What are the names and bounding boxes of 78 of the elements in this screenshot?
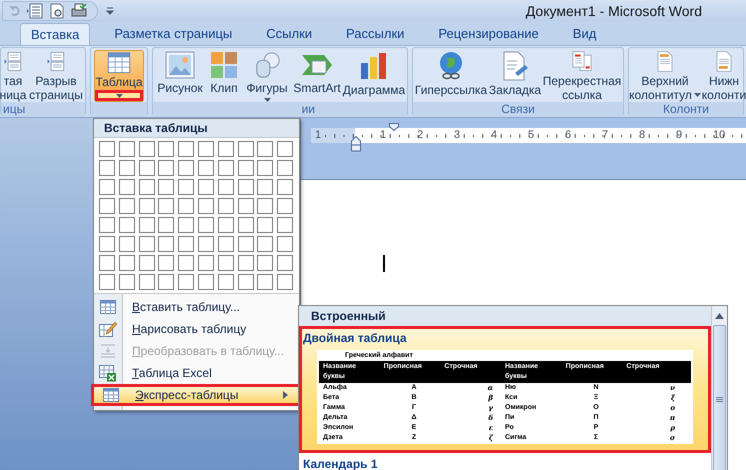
button-label: Таблица — [95, 75, 143, 90]
scroll-thumb[interactable] — [713, 325, 726, 470]
button-label: ссылка — [562, 88, 602, 102]
button-label: колонти — [702, 88, 746, 102]
button-label: Нижн — [708, 74, 740, 88]
menu-item[interactable]: Нарисовать таблицу — [94, 318, 299, 340]
ribbon-tab[interactable]: Вставка — [20, 23, 90, 45]
spreadsheet-icon — [99, 364, 117, 382]
button-label: колонтитул — [629, 88, 692, 102]
customize-caret-icon[interactable] — [106, 7, 114, 15]
scrollbar[interactable] — [711, 306, 727, 470]
print-preview-icon[interactable] — [49, 3, 65, 19]
ribbon-button[interactable]: Клип — [207, 50, 241, 102]
ruler-number: 2 — [417, 128, 424, 143]
window-title: Документ1 - Microsoft Word — [526, 2, 702, 21]
gallery-section-header: Встроенный — [311, 308, 386, 325]
ribbon-button[interactable]: SmartArt — [293, 50, 341, 102]
button-label: SmartArt — [293, 81, 341, 95]
ribbon-tab[interactable]: Вид — [562, 23, 606, 45]
table-icon — [100, 300, 116, 314]
ruler-number: 10 — [713, 128, 726, 143]
button-label: Закладка — [488, 83, 542, 97]
group-label: Связи — [501, 102, 535, 117]
menu-header: Вставка таблицы — [104, 120, 208, 137]
button-label: Фигуры — [246, 81, 288, 95]
button-label: Верхний — [641, 74, 689, 88]
clip-art-icon — [210, 51, 238, 79]
ribbon-tab[interactable]: Разметка страницы — [104, 23, 242, 45]
ribbon-tab[interactable]: Ссылки — [256, 23, 322, 45]
convert-text-icon — [100, 343, 116, 359]
list-icon[interactable] — [27, 3, 43, 19]
button-label: Диаграмма — [342, 83, 406, 97]
ribbon-button[interactable]: тая ница — [1, 50, 25, 102]
ribbon-button[interactable]: Рисунок — [155, 50, 205, 102]
table-button[interactable]: Таблица — [94, 50, 144, 102]
picture-icon — [165, 51, 195, 79]
button-label: Разрыв — [35, 74, 77, 88]
quick-table-item[interactable] — [299, 326, 711, 453]
group-label-strip — [91, 102, 147, 117]
button-label: тая — [4, 74, 22, 88]
button-label: страницы — [29, 88, 83, 102]
grip-icon — [716, 396, 723, 402]
menu-item[interactable]: Вставить таблицу... — [94, 296, 299, 318]
table-icon — [103, 388, 119, 402]
button-label: ница — [0, 88, 26, 102]
ruler-number: 1 — [380, 128, 386, 143]
button-label: Рисунок — [157, 81, 203, 95]
button-label: Клип — [210, 81, 238, 95]
group-label: ии — [302, 102, 315, 117]
menu-item[interactable]: Таблица Excel — [94, 362, 299, 384]
dropdown-arrow-button[interactable] — [95, 90, 143, 101]
table-pencil-icon — [99, 321, 117, 337]
ruler-number: 1 — [315, 128, 322, 143]
text-cursor — [383, 255, 385, 272]
group-label: ицы — [3, 102, 26, 117]
ribbon-tab[interactable]: Рецензирование — [428, 23, 549, 45]
quick-table-title: Двойная таблица — [302, 330, 408, 347]
bar-chart-icon — [359, 51, 389, 81]
ribbon-button[interactable]: Верхний колонтитул — [629, 50, 701, 102]
group-label: Колонти — [662, 102, 710, 117]
first-line-indent-icon — [389, 123, 399, 131]
ruler-number: 9 — [676, 128, 682, 143]
ribbon-tab[interactable]: Рассылки — [336, 23, 414, 45]
ribbon-button[interactable]: Диаграмма — [343, 50, 405, 102]
ribbon-button[interactable]: Фигуры — [243, 50, 291, 102]
button-label: Гиперссылка — [414, 83, 488, 97]
ruler-number: 7 — [602, 128, 608, 143]
ruler-number: 5 — [528, 128, 534, 143]
ribbon-button[interactable]: Закладка — [490, 50, 540, 102]
ribbon-button[interactable]: Гиперссылка — [414, 50, 488, 102]
ribbon-button[interactable]: Нижн колонти — [703, 50, 745, 102]
table-size-grid[interactable] — [94, 138, 299, 294]
document-pen-icon — [501, 51, 529, 81]
ribbon-button[interactable]: Разрыв страницы — [27, 50, 85, 102]
scroll-up-icon[interactable] — [715, 313, 724, 319]
ribbon-button[interactable]: Перекрестная ссылка — [542, 50, 622, 102]
printer-icon[interactable] — [71, 3, 87, 19]
button-label: Перекрестная — [542, 74, 622, 88]
